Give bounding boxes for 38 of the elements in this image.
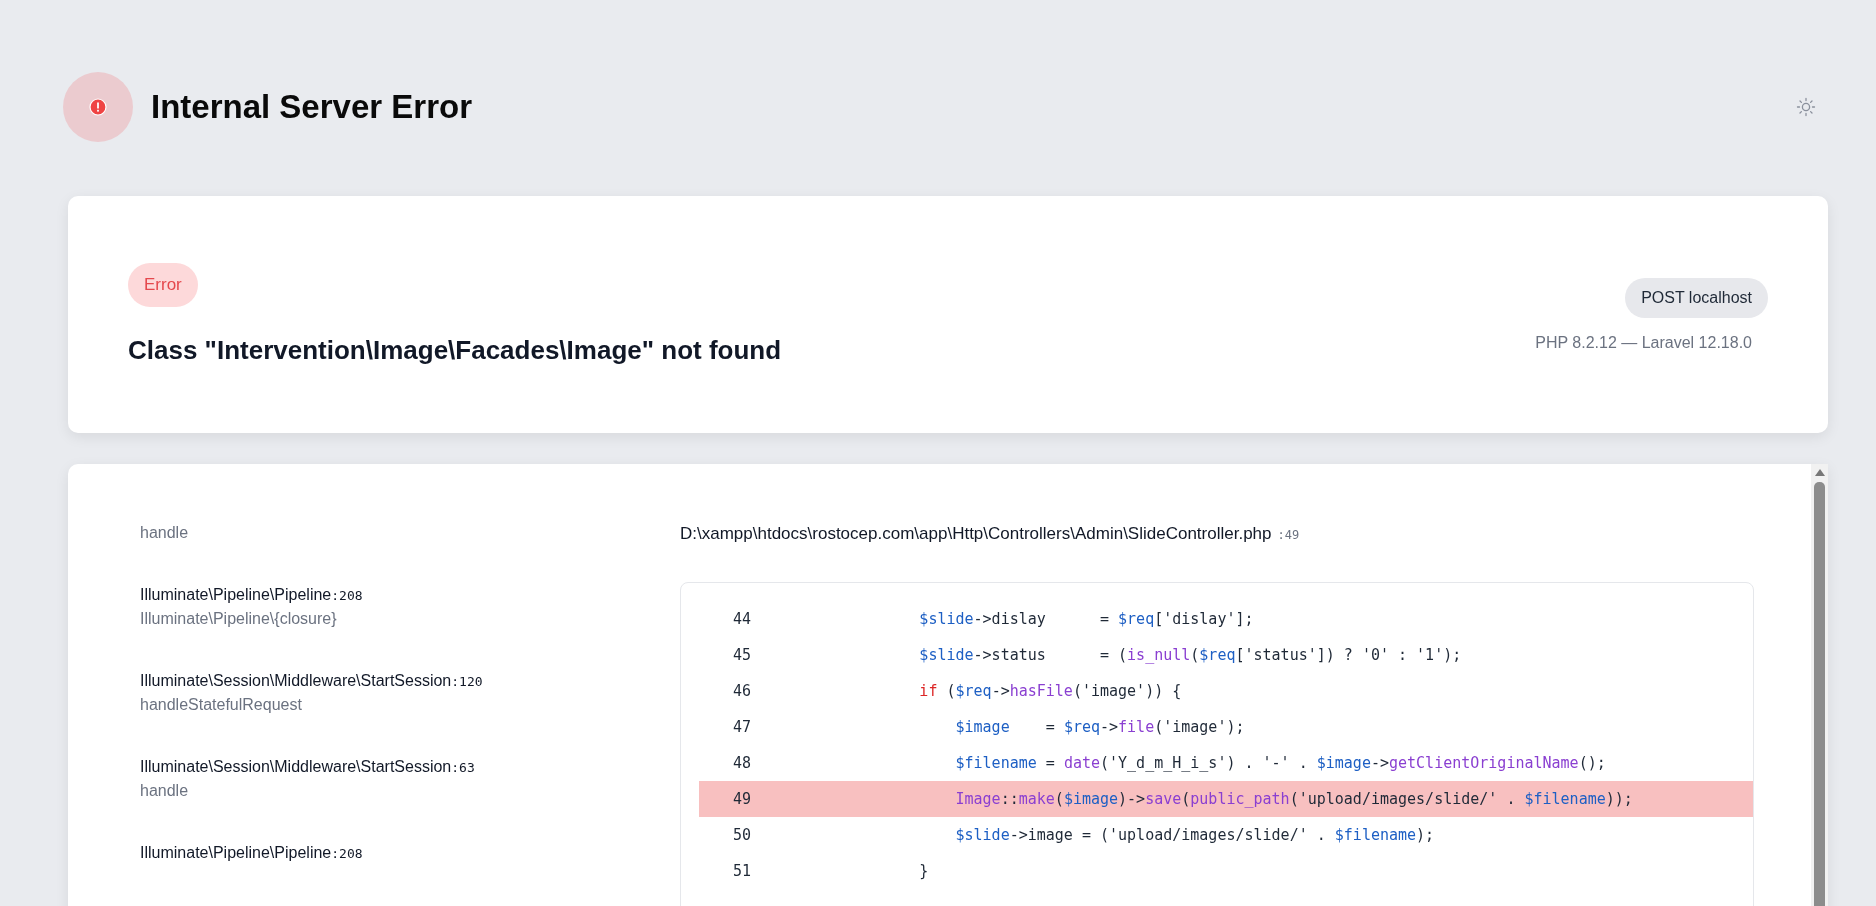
frame-line-number: :120	[451, 674, 483, 689]
theme-toggle-icon[interactable]	[1796, 97, 1816, 117]
code-line: }	[918, 862, 929, 880]
line-number: 49	[731, 790, 751, 808]
file-path: D:\xampp\htdocs\rostocep.com\app\Http\Controllers\Admin\SlideController.php	[680, 524, 1272, 544]
code-line: $filename = date('Y_d_m_H_i_s') . '-' . $image->getClientOriginalName();	[954, 754, 1606, 772]
frame-function[interactable]: Illuminate\Pipeline\{closure}	[140, 610, 680, 628]
error-badge: Error	[128, 263, 198, 307]
page-title: Internal Server Error	[151, 88, 472, 126]
frame-function[interactable]: handleStatefulRequest	[140, 696, 680, 714]
code-line: if ($req->hasFile('image')) {	[918, 682, 1182, 700]
frame-class[interactable]: Illuminate\Session\Middleware\StartSession	[140, 758, 452, 775]
line-number: 46	[731, 682, 751, 700]
frame-line-number: :63	[451, 760, 475, 775]
code-line: Image::make($image)->save(public_path('upload/images/slide/' . $filename));	[954, 790, 1633, 808]
version-text: PHP 8.2.12 — Laravel 12.18.0	[1535, 333, 1752, 352]
line-number: 48	[731, 754, 751, 772]
frame-class[interactable]: Illuminate\Pipeline\Pipeline	[140, 586, 332, 603]
scrollbar[interactable]	[1811, 464, 1828, 906]
code-line: $slide->dislay = $req['dislay'];	[918, 610, 1254, 628]
request-badge: POST localhost	[1625, 277, 1768, 318]
line-number: 44	[731, 610, 751, 628]
line-number: 51	[731, 862, 751, 880]
line-number: 50	[731, 826, 751, 844]
frame-line-number: :208	[331, 588, 363, 603]
frame-line-number: :208	[331, 846, 363, 861]
frame-class[interactable]: Illuminate\Session\Middleware\StartSession	[140, 672, 452, 689]
line-number: 45	[731, 646, 751, 664]
scroll-up-arrow-icon[interactable]	[1814, 469, 1825, 476]
file-line-number: :49	[1277, 528, 1300, 542]
frame-function[interactable]: handle	[140, 524, 680, 542]
code-line: $image = $req->file('image');	[954, 718, 1245, 736]
exception-message: Class "Intervention\Image\Facades\Image" not found	[128, 335, 782, 366]
line-number: 47	[731, 718, 751, 736]
frame-class[interactable]: Illuminate\Pipeline\Pipeline	[140, 844, 332, 861]
frame-function[interactable]: handle	[140, 782, 680, 800]
code-line: $slide->status = (is_null($req['status']) ? '0' : '1');	[918, 646, 1462, 664]
code-line: $slide->image = ('upload/images/slide/' . $filename);	[954, 826, 1435, 844]
